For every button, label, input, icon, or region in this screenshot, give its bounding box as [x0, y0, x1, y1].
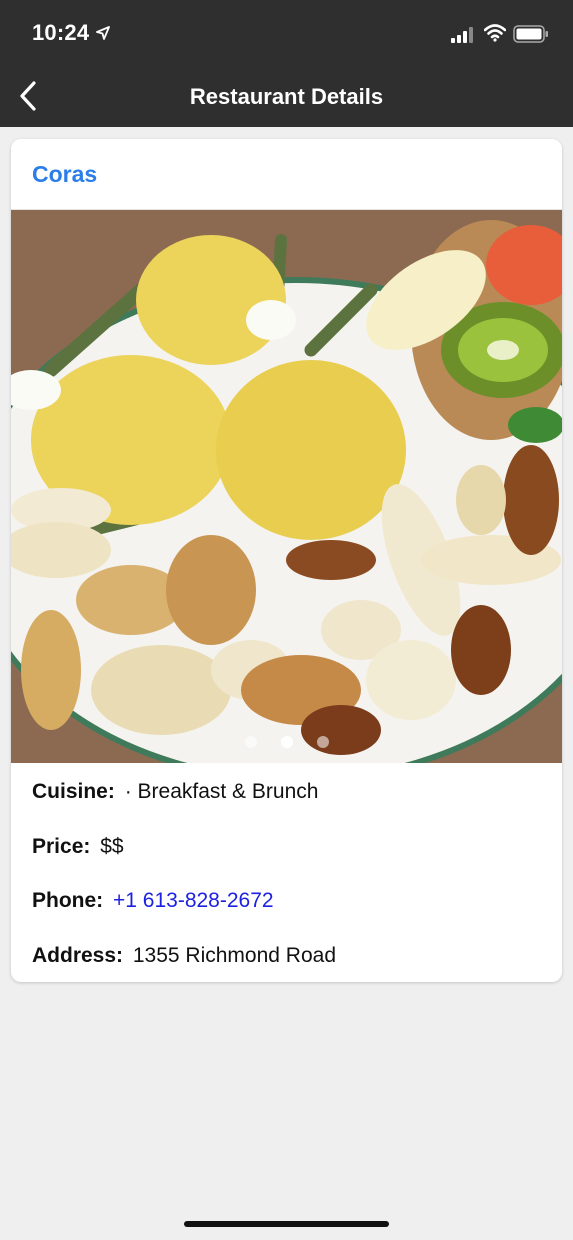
- cuisine-row: Cuisine: · Breakfast & Brunch: [32, 780, 318, 804]
- restaurant-card: Coras Cuisine: · Breakfast & Brunch Pric…: [11, 139, 562, 982]
- address-label: Address:: [32, 944, 124, 967]
- navigation-bar: Restaurant Details: [0, 70, 573, 127]
- pager-dot-active[interactable]: [280, 736, 293, 748]
- status-bar: 10:24: [0, 0, 573, 70]
- address-value: 1355 Richmond Road: [132, 944, 337, 967]
- battery-icon: [513, 25, 549, 48]
- price-value: $$: [100, 835, 124, 858]
- cuisine-value: · Breakfast & Brunch: [124, 780, 319, 803]
- carousel-pager: [11, 736, 562, 748]
- restaurant-name[interactable]: Coras: [32, 161, 97, 188]
- phone-row: Phone: +1 613-828-2672: [32, 889, 274, 913]
- pager-dot[interactable]: [244, 736, 257, 748]
- price-label: Price:: [32, 835, 91, 858]
- phone-label: Phone:: [32, 889, 104, 912]
- food-photo: [11, 210, 562, 763]
- address-row: Address: 1355 Richmond Road: [32, 944, 336, 968]
- page-title: Restaurant Details: [189, 84, 384, 109]
- phone-link[interactable]: +1 613-828-2672: [113, 889, 274, 912]
- restaurant-photo-carousel[interactable]: [11, 210, 562, 763]
- pager-dot[interactable]: [316, 736, 329, 748]
- home-indicator[interactable]: [184, 1221, 389, 1227]
- status-time: 10:24: [32, 20, 90, 45]
- cuisine-label: Cuisine:: [32, 780, 115, 803]
- signal-icon: [451, 27, 475, 48]
- location-arrow-icon: [96, 26, 110, 45]
- wifi-icon: [483, 24, 507, 47]
- price-row: Price: $$: [32, 835, 124, 859]
